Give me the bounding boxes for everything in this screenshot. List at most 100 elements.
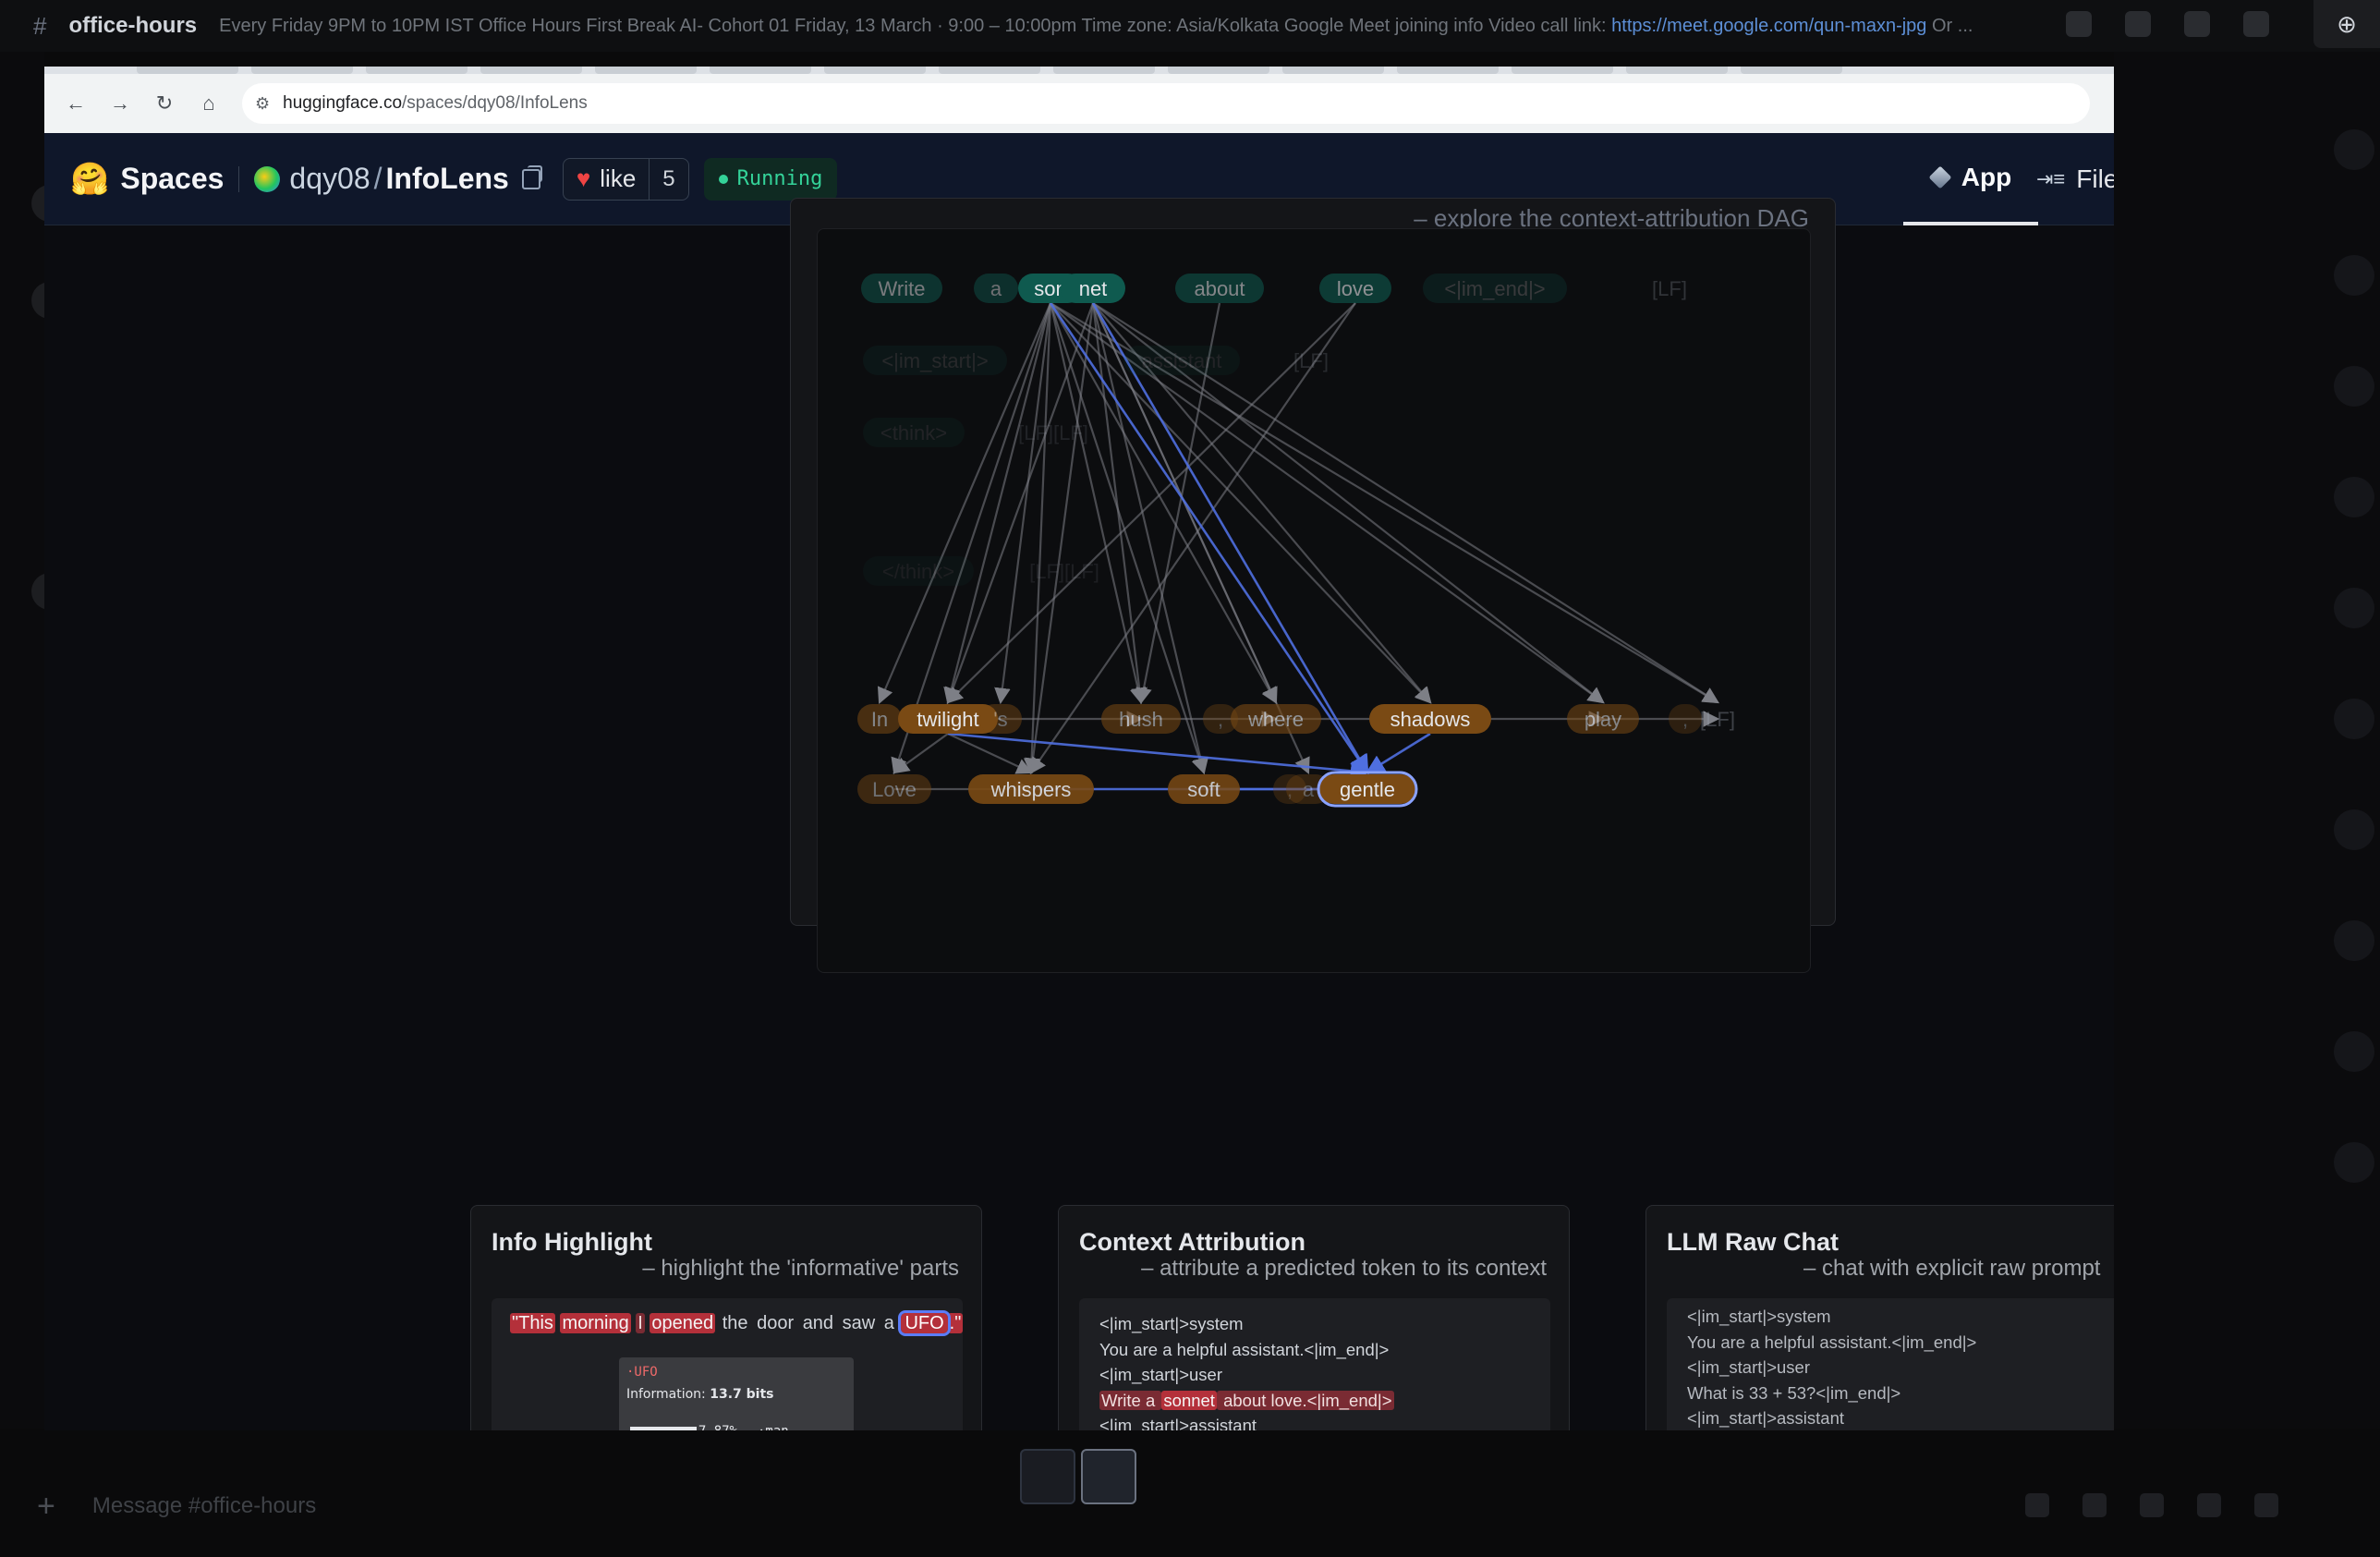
hugging-face-logo-icon[interactable]: 🤗	[70, 161, 109, 198]
selected-token[interactable]: UFO	[898, 1310, 951, 1336]
apps-icon[interactable]	[2254, 1493, 2278, 1517]
browser-tab[interactable]	[1741, 67, 1842, 74]
members-icon[interactable]	[2243, 11, 2269, 37]
tab-app[interactable]: App	[1903, 133, 2038, 225]
sentence-token[interactable]: door	[755, 1313, 795, 1333]
dag-node[interactable]: soft	[1168, 774, 1240, 804]
attribution-text[interactable]: <|im_start|>system You are a helpful ass…	[1099, 1311, 1437, 1430]
browser-tab[interactable]	[1397, 67, 1499, 74]
dag-node[interactable]: </think>	[863, 556, 974, 586]
pin-icon[interactable]	[2184, 11, 2210, 37]
dag-node[interactable]: hush	[1101, 704, 1181, 734]
gif-icon[interactable]	[2082, 1493, 2107, 1517]
member-avatar[interactable]	[2334, 255, 2374, 296]
dag-node[interactable]: assistant	[1123, 346, 1240, 375]
browser-tab[interactable]	[824, 67, 926, 74]
tab-files[interactable]: ⇥≡ Files	[2036, 133, 2114, 225]
browser-tab[interactable]	[939, 67, 1040, 74]
dag-node[interactable]: 's	[979, 704, 1022, 734]
browser-tab[interactable]	[480, 67, 582, 74]
dag-node[interactable]: play	[1567, 704, 1639, 734]
channel-name[interactable]: office-hours	[68, 13, 197, 39]
member-avatar[interactable]	[2334, 129, 2374, 170]
dag-node[interactable]: where	[1231, 704, 1321, 734]
zoom-in-button[interactable]: ⊕	[2313, 0, 2380, 48]
highlighted-sentence[interactable]: "This morning I opened the door and saw …	[510, 1310, 963, 1336]
sticker-icon[interactable]	[2140, 1493, 2164, 1517]
message-composer[interactable]: + Message #office-hours	[37, 1484, 2310, 1528]
member-avatar[interactable]	[2334, 699, 2374, 739]
dag-node[interactable]: shadows	[1369, 704, 1491, 734]
forward-arrow-icon[interactable]: →	[100, 83, 140, 124]
dag-node[interactable]: <think>	[863, 418, 965, 447]
dag-node[interactable]: Write	[861, 274, 942, 303]
home-icon[interactable]: ⌂	[188, 83, 229, 124]
browser-tab[interactable]	[710, 67, 811, 74]
sentence-token[interactable]: saw	[841, 1313, 878, 1333]
sentence-token[interactable]: "This	[510, 1313, 555, 1333]
member-avatar[interactable]	[2334, 809, 2374, 850]
sentence-token[interactable]: I	[636, 1313, 645, 1333]
owner-avatar[interactable]	[254, 165, 281, 192]
dag-node[interactable]: In	[857, 704, 902, 734]
browser-tab[interactable]	[1282, 67, 1384, 74]
notifications-icon[interactable]	[2125, 11, 2151, 37]
context-token[interactable]: sonnet	[1161, 1390, 1217, 1410]
browser-tab[interactable]	[1168, 67, 1269, 74]
site-settings-icon[interactable]: ⚙	[255, 94, 270, 114]
url-input[interactable]: ⚙ huggingface.co/spaces/dqy08/InfoLens	[242, 83, 2090, 124]
context-token[interactable]: Write a	[1099, 1390, 1162, 1410]
emoji-icon[interactable]	[2197, 1493, 2221, 1517]
reload-icon[interactable]: ↻	[144, 83, 185, 124]
gift-icon[interactable]	[2025, 1493, 2049, 1517]
like-button[interactable]: ♥ like 5	[562, 157, 689, 201]
dag-node[interactable]: [LF]	[1700, 708, 1735, 731]
sentence-token[interactable]: a	[882, 1313, 896, 1333]
member-avatar[interactable]	[2334, 1031, 2374, 1072]
threads-icon[interactable]	[2066, 11, 2092, 37]
dag-node[interactable]: [LF][LF]	[1029, 560, 1099, 583]
sentence-token[interactable]: the	[721, 1313, 750, 1333]
sentence-token[interactable]: ."	[947, 1313, 963, 1333]
channel-topic[interactable]: Every Friday 9PM to 10PM IST Office Hour…	[219, 16, 1973, 37]
channel-topic-link[interactable]: https://meet.google.com/qun-maxn-jpg	[1611, 16, 1926, 36]
dag-node[interactable]: ,	[1669, 704, 1702, 734]
dag-node[interactable]: love	[1319, 274, 1391, 303]
dag-node[interactable]: [LF]	[1652, 277, 1687, 300]
browser-tab[interactable]	[1626, 67, 1728, 74]
dag-node[interactable]: [LF]	[1293, 349, 1329, 372]
member-avatar[interactable]	[2334, 588, 2374, 628]
status-badge[interactable]: Running	[703, 157, 838, 201]
member-avatar[interactable]	[2334, 366, 2374, 407]
sentence-token[interactable]: and	[801, 1313, 835, 1333]
dag-node[interactable]: a	[974, 274, 1018, 303]
owner-link[interactable]: dqy08	[289, 162, 370, 196]
dag-node[interactable]: [LF][LF]	[1018, 421, 1088, 444]
context-token[interactable]: about love.<|im_end|>	[1216, 1390, 1394, 1410]
dag-node[interactable]: <|im_start|>	[863, 346, 1007, 375]
dag-node[interactable]: gentle	[1319, 774, 1415, 804]
sentence-token[interactable]: opened	[650, 1313, 716, 1333]
dag-canvas[interactable]: Write a son net about love <|im_end|> [LF] <|im_…	[817, 228, 1811, 973]
raw-chat-text[interactable]: <|im_start|>system You are a helpful ass…	[1687, 1304, 1976, 1430]
dag-node[interactable]: about	[1175, 274, 1264, 303]
add-attachment-icon[interactable]: +	[37, 1489, 55, 1525]
dag-graph[interactable]: Write a son net about love <|im_end|> [LF]<|im_…	[818, 229, 1812, 974]
browser-tab[interactable]	[251, 67, 353, 74]
member-avatar[interactable]	[2334, 1142, 2374, 1183]
browser-tab[interactable]	[595, 67, 697, 74]
repo-name-link[interactable]: InfoLens	[386, 162, 509, 196]
dag-node[interactable]: Love	[857, 774, 931, 804]
sentence-token[interactable]: morning	[560, 1313, 631, 1333]
dag-node[interactable]: whispers	[968, 774, 1094, 804]
like-count[interactable]: 5	[649, 157, 687, 201]
member-avatar[interactable]	[2334, 477, 2374, 517]
browser-tab[interactable]	[1053, 67, 1155, 74]
browser-tab[interactable]	[1512, 67, 1613, 74]
dag-node[interactable]: <|im_end|>	[1423, 274, 1567, 303]
browser-tab[interactable]	[137, 67, 238, 74]
member-avatar[interactable]	[2334, 920, 2374, 961]
back-arrow-icon[interactable]: ←	[55, 83, 96, 124]
browser-tab[interactable]	[366, 67, 468, 74]
copy-icon[interactable]	[521, 164, 542, 189]
